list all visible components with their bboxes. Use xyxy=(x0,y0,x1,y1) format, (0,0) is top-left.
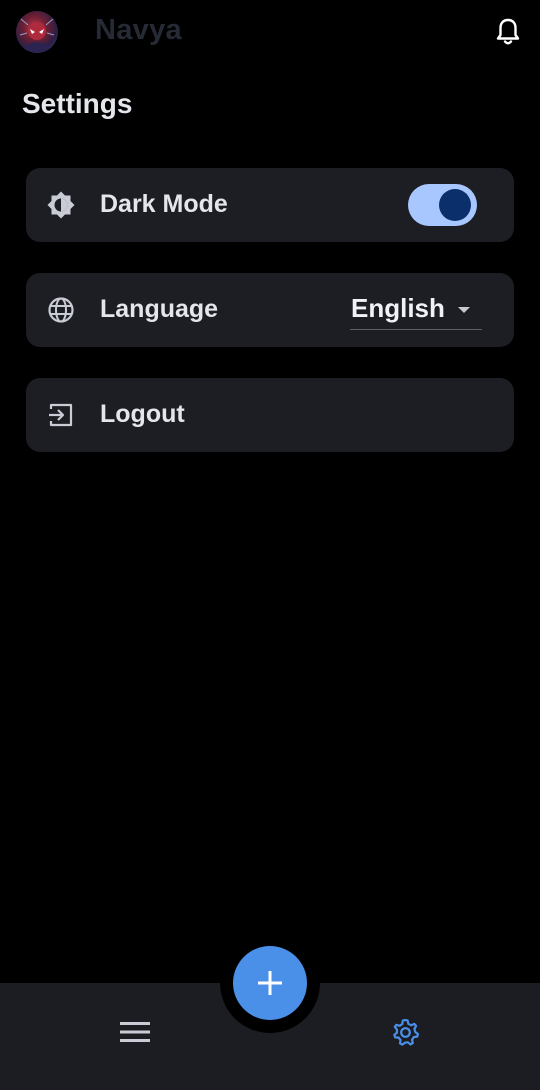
app-bar: Navya xyxy=(0,0,540,66)
gear-icon[interactable] xyxy=(390,1017,420,1047)
menu-icon[interactable] xyxy=(117,1019,153,1045)
avatar-image xyxy=(19,18,55,53)
logout-setting[interactable]: Logout xyxy=(26,378,514,452)
logout-label: Logout xyxy=(100,400,185,428)
globe-icon xyxy=(46,295,76,325)
plus-icon xyxy=(258,971,282,995)
add-button[interactable] xyxy=(233,946,307,1020)
logout-icon xyxy=(46,400,76,430)
dark-mode-setting[interactable]: Dark Mode xyxy=(26,168,514,242)
chevron-down-icon xyxy=(458,307,470,313)
language-dropdown[interactable]: English xyxy=(350,291,482,330)
brightness-icon xyxy=(46,190,76,220)
language-selected-value: English xyxy=(351,293,445,323)
language-label: Language xyxy=(100,295,219,323)
user-name: Navya xyxy=(95,14,182,46)
dark-mode-label: Dark Mode xyxy=(100,190,228,218)
language-setting: Language English xyxy=(26,273,514,347)
page-title: Settings xyxy=(22,88,133,119)
dark-mode-toggle[interactable] xyxy=(408,184,477,226)
avatar[interactable] xyxy=(16,11,58,53)
toggle-knob xyxy=(439,189,471,221)
bell-icon[interactable] xyxy=(494,17,522,47)
